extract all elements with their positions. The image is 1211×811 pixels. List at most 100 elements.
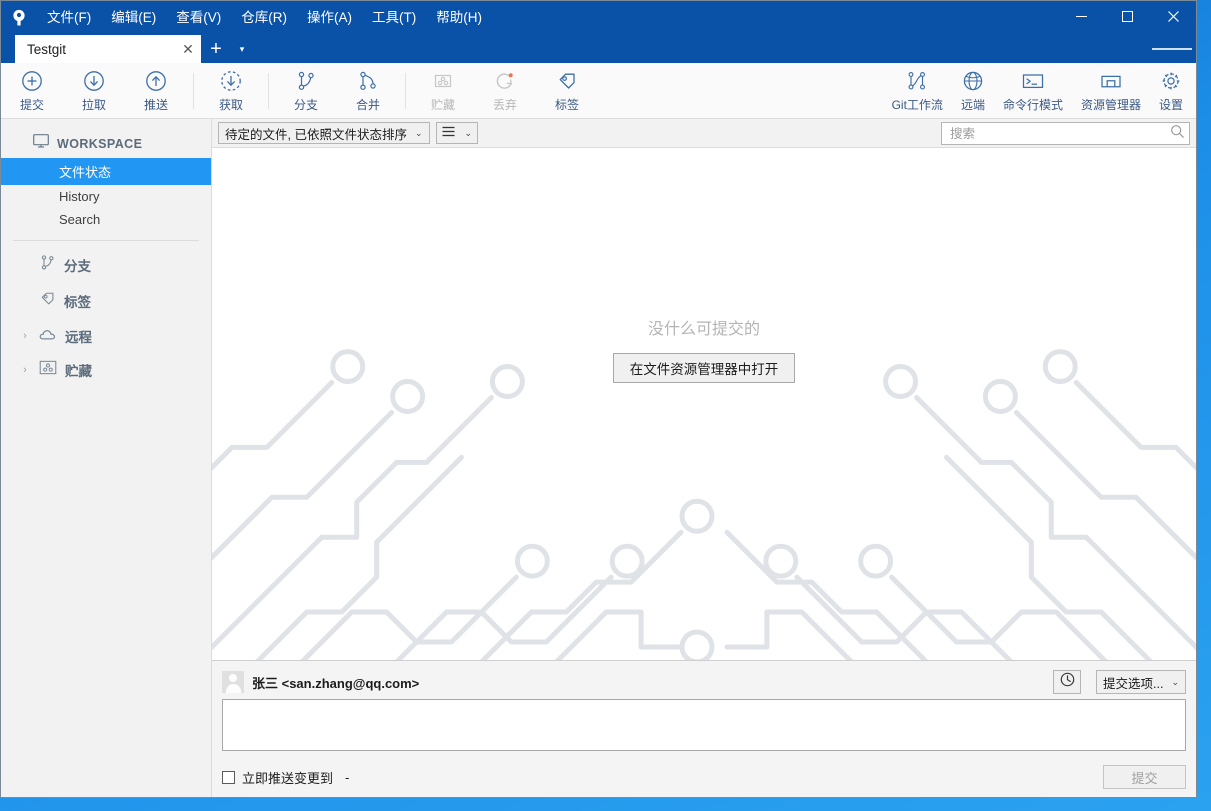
- search-box[interactable]: [941, 122, 1190, 145]
- globe-icon: [962, 68, 984, 94]
- commit-header: 张三 <san.zhang@qq.com> 提交选项... ⌄: [222, 667, 1186, 697]
- hamburger-menu-icon[interactable]: [1152, 36, 1192, 62]
- new-tab-button[interactable]: +: [201, 35, 231, 63]
- chevron-down-icon: ⌄: [464, 127, 473, 138]
- minimize-button[interactable]: [1058, 1, 1104, 31]
- sidebar-remotes-label: 远程: [65, 330, 92, 345]
- toolbar-pull-label: 拉取: [81, 98, 106, 112]
- maximize-button[interactable]: [1104, 1, 1150, 31]
- toolbar-divider: [193, 72, 194, 109]
- commit-history-button[interactable]: [1053, 670, 1082, 694]
- sidebar-item-tags[interactable]: 标签: [1, 283, 211, 319]
- sidebar-item-history[interactable]: History: [1, 185, 211, 208]
- sort-mode-dropdown[interactable]: 待定的文件, 已依照文件状态排序 ⌄: [218, 122, 430, 144]
- menu-item-view[interactable]: 查看(V): [166, 1, 231, 35]
- window-controls: [1058, 1, 1196, 31]
- toolbar-merge-button[interactable]: 合并: [337, 64, 399, 118]
- toolbar-divider: [268, 72, 269, 109]
- sidebar-branches-label: 分支: [64, 259, 91, 274]
- sidebar-item-file-status[interactable]: 文件状态: [1, 158, 211, 185]
- tab-close-icon[interactable]: ✕: [175, 36, 201, 62]
- commit-button[interactable]: 提交: [1103, 765, 1186, 789]
- stash-icon: [39, 360, 57, 380]
- tab-dropdown-icon[interactable]: ▾: [231, 35, 253, 63]
- merge-icon: [357, 68, 379, 94]
- plus-circle-icon: [21, 68, 43, 94]
- toolbar-explorer-button[interactable]: 资源管理器: [1072, 64, 1150, 118]
- main-toolbar: 提交 拉取 推送 获取 分支 合并 贮藏 丢弃 标签 Git工作流 远端 命令行…: [1, 63, 1196, 119]
- sidebar-stashes-label: 贮藏: [65, 364, 92, 379]
- toolbar-stash-button[interactable]: 贮藏: [412, 64, 474, 118]
- commit-message-input[interactable]: [222, 699, 1186, 751]
- chevron-right-icon[interactable]: ›: [19, 330, 31, 342]
- toolbar-fetch-button[interactable]: 获取: [200, 64, 262, 118]
- menu-item-file[interactable]: 文件(F): [37, 1, 101, 35]
- push-target-label: -: [345, 769, 350, 785]
- toolbar-gitflow-label: Git工作流: [891, 98, 943, 112]
- open-in-explorer-button[interactable]: 在文件资源管理器中打开: [612, 353, 796, 383]
- terminal-icon: [1021, 68, 1045, 94]
- toolbar-remote-button[interactable]: 远端: [952, 64, 994, 118]
- push-immediately-label: 立即推送变更到: [242, 770, 334, 786]
- sidebar-divider: [13, 240, 199, 241]
- app-logo-icon: [1, 8, 37, 28]
- toolbar-discard-button[interactable]: 丢弃: [474, 64, 536, 118]
- clock-icon: [1060, 672, 1075, 692]
- arrow-down-dashed-icon: [220, 68, 242, 94]
- sidebar-tags-label: 标签: [64, 295, 91, 310]
- empty-state-title: 没什么可提交的: [647, 321, 760, 338]
- toolbar-tag-label: 标签: [554, 98, 579, 112]
- menu-bar: 文件(F) 编辑(E) 查看(V) 仓库(R) 操作(A) 工具(T) 帮助(H…: [37, 1, 492, 35]
- toolbar-discard-label: 丢弃: [492, 98, 517, 112]
- toolbar-remote-label: 远端: [960, 98, 985, 112]
- menu-item-repository[interactable]: 仓库(R): [231, 1, 297, 35]
- sidebar-item-search[interactable]: Search: [1, 208, 211, 231]
- toolbar-merge-label: 合并: [355, 98, 380, 112]
- folder-icon: [1099, 68, 1123, 94]
- chevron-down-icon: ⌄: [1171, 676, 1179, 687]
- toolbar-terminal-button[interactable]: 命令行模式: [994, 64, 1072, 118]
- main-panel: 待定的文件, 已依照文件状态排序 ⌄ ⌄ 搜索 没什么可提交的 在文件资源管理器…: [212, 119, 1196, 797]
- tab-label: Testgit: [27, 41, 67, 57]
- menu-item-help[interactable]: 帮助(H): [426, 1, 492, 35]
- toolbar-branch-button[interactable]: 分支: [275, 64, 337, 118]
- toolbar-gitflow-button[interactable]: Git工作流: [883, 64, 952, 118]
- monitor-icon: [33, 134, 49, 153]
- push-immediately-checkbox[interactable]: [222, 770, 235, 784]
- sidebar-item-branches[interactable]: 分支: [1, 247, 211, 283]
- push-immediately-checkbox-row[interactable]: 立即推送变更到 -: [222, 768, 349, 787]
- toolbar-fetch-label: 获取: [218, 98, 243, 112]
- toolbar-push-label: 推送: [143, 98, 168, 112]
- chevron-right-icon[interactable]: ›: [19, 364, 31, 376]
- menu-item-tools[interactable]: 工具(T): [362, 1, 426, 35]
- sidebar-item-stashes[interactable]: › 贮藏: [1, 353, 211, 387]
- commit-options-label: 提交选项...: [1103, 676, 1164, 691]
- commit-author: 张三 <san.zhang@qq.com>: [252, 675, 420, 691]
- view-mode-dropdown[interactable]: ⌄: [435, 122, 479, 144]
- close-button[interactable]: [1150, 1, 1196, 31]
- menu-item-edit[interactable]: 编辑(E): [101, 1, 166, 35]
- sidebar-workspace-header[interactable]: WORKSPACE: [1, 129, 211, 158]
- commit-pane: 张三 <san.zhang@qq.com> 提交选项... ⌄ 立即推送变更到 …: [212, 660, 1196, 797]
- avatar: [222, 671, 244, 693]
- toolbar-tag-button[interactable]: 标签: [536, 64, 598, 118]
- sidebar-item-remotes[interactable]: › 远程: [1, 319, 211, 353]
- toolbar-stash-label: 贮藏: [430, 98, 455, 112]
- toolbar-right-group: Git工作流 远端 命令行模式 资源管理器 设置: [883, 64, 1192, 118]
- toolbar-terminal-label: 命令行模式: [1002, 98, 1063, 112]
- commit-options-dropdown[interactable]: 提交选项... ⌄: [1096, 670, 1186, 694]
- search-input[interactable]: [950, 126, 1170, 141]
- list-view-icon: [442, 126, 455, 140]
- toolbar-commit-button[interactable]: 提交: [1, 64, 63, 118]
- toolbar-pull-button[interactable]: 拉取: [63, 64, 125, 118]
- filter-bar: 待定的文件, 已依照文件状态排序 ⌄ ⌄: [212, 119, 1196, 148]
- tab-testgit[interactable]: Testgit ✕: [15, 35, 201, 63]
- circuit-background-pattern: [212, 349, 1196, 660]
- menu-item-actions[interactable]: 操作(A): [297, 1, 362, 35]
- toolbar-push-button[interactable]: 推送: [125, 64, 187, 118]
- file-status-canvas: 没什么可提交的 在文件资源管理器中打开: [212, 148, 1196, 660]
- toolbar-settings-button[interactable]: 设置: [1150, 64, 1192, 118]
- branch-icon: [295, 68, 317, 94]
- cloud-icon: [39, 327, 57, 346]
- arrow-down-circle-icon: [83, 68, 105, 94]
